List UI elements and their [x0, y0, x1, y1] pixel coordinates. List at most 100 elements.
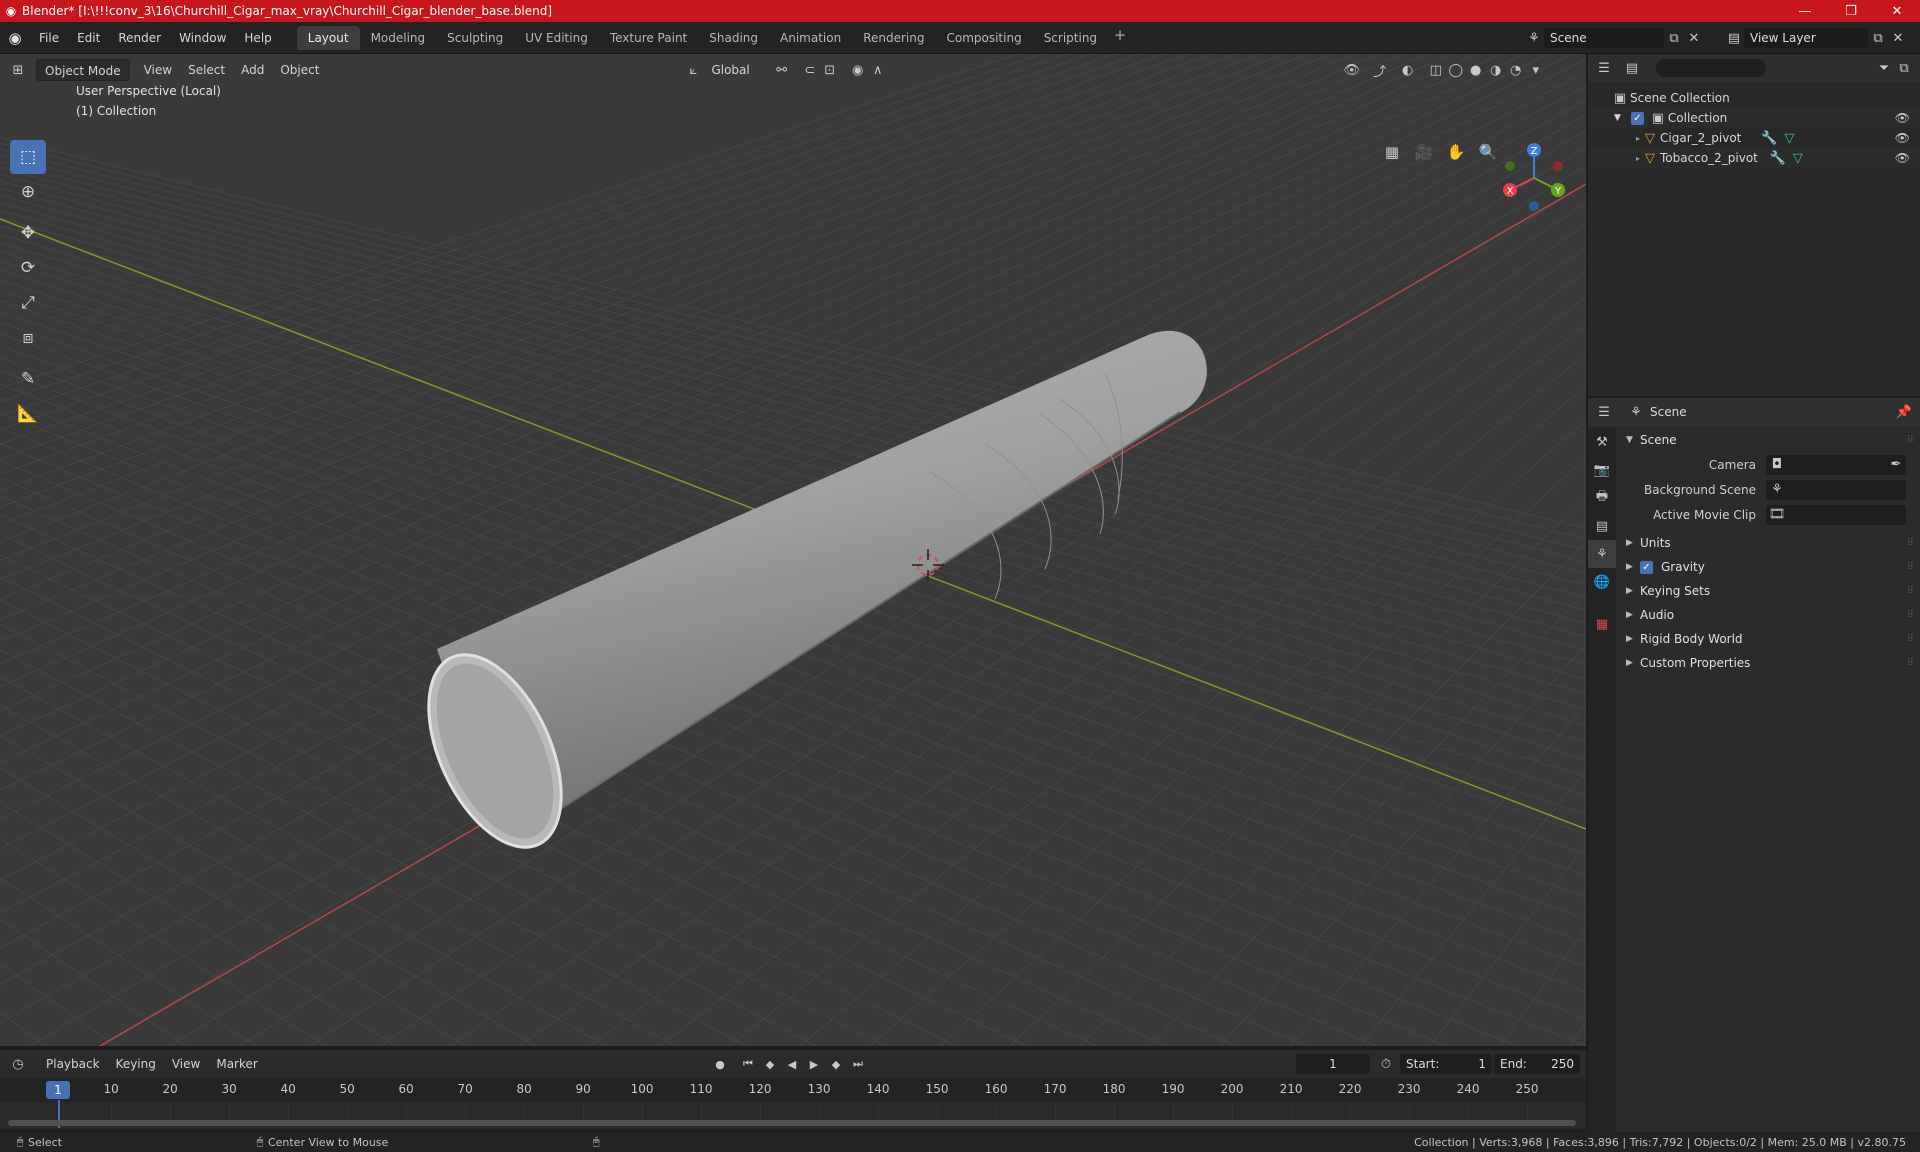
filter-icon[interactable]: ⏷: [1874, 58, 1894, 78]
outliner-object-row[interactable]: ▸ ▽ Cigar_2_pivot 🔧 ▽ 👁: [1588, 128, 1920, 148]
close-button[interactable]: ✕: [1874, 0, 1920, 22]
pivot-point-icon[interactable]: ⚯: [772, 60, 792, 80]
properties-editor-type-icon[interactable]: ☰: [1594, 402, 1614, 422]
scene-panel-header[interactable]: ▼ Scene ⠿: [1616, 428, 1920, 452]
drag-grip-icon[interactable]: ⠿: [1907, 538, 1914, 549]
menu-timeline-view[interactable]: View: [164, 1053, 208, 1075]
start-frame-field[interactable]: Start: 1: [1400, 1054, 1492, 1074]
frame-ruler[interactable]: 1 10 20 30 40 50 60 70 80 90 100 110 120 130 140 150 16…: [0, 1078, 1586, 1102]
menu-object[interactable]: Object: [272, 59, 327, 81]
gizmo-toggle-icon[interactable]: ⤴: [1370, 60, 1390, 80]
world-tab-icon[interactable]: 🌐: [1588, 568, 1616, 596]
camera-field[interactable]: ◘ ✒: [1766, 454, 1906, 475]
menu-add[interactable]: Add: [233, 59, 272, 81]
new-collection-icon[interactable]: ⧉: [1894, 58, 1914, 78]
gizmo-neg-x[interactable]: [1553, 161, 1563, 171]
current-frame-indicator[interactable]: 1: [46, 1081, 70, 1099]
delete-view-layer-icon[interactable]: ✕: [1888, 28, 1908, 48]
menu-marker[interactable]: Marker: [208, 1053, 265, 1075]
material-shading-icon[interactable]: ◑: [1486, 60, 1506, 80]
menu-keying[interactable]: Keying: [108, 1053, 164, 1075]
scene-name-field[interactable]: Scene: [1544, 28, 1664, 48]
outliner-editor-type-icon[interactable]: ☰: [1594, 58, 1614, 78]
outliner-object-row[interactable]: ▸ ▽ Tobacco_2_pivot 🔧 ▽ 👁: [1588, 148, 1920, 168]
play-icon[interactable]: ▶: [804, 1054, 824, 1074]
pan-view-icon[interactable]: ✋: [1444, 140, 1468, 164]
snap-icon[interactable]: ⊂: [800, 60, 820, 80]
move-tool-icon[interactable]: ✥: [10, 216, 46, 250]
tab-shading[interactable]: Shading: [698, 26, 769, 50]
jump-start-icon[interactable]: ⏮: [738, 1054, 758, 1074]
delete-scene-icon[interactable]: ✕: [1684, 28, 1704, 48]
drag-grip-icon[interactable]: ⠿: [1907, 634, 1914, 645]
menu-edit[interactable]: Edit: [68, 26, 109, 50]
object-mode-dropdown[interactable]: Object Mode: [36, 59, 130, 81]
transform-orientation-icon[interactable]: ⟀: [683, 60, 703, 80]
end-frame-field[interactable]: End: 250: [1494, 1054, 1580, 1074]
collection-row[interactable]: ▼ ✓ ▣ Collection 👁: [1588, 108, 1920, 128]
background-scene-field[interactable]: ⚘: [1766, 479, 1906, 500]
new-view-layer-icon[interactable]: ⧉: [1868, 28, 1888, 48]
tab-modeling[interactable]: Modeling: [360, 26, 437, 50]
shading-options-icon[interactable]: ▾: [1526, 60, 1546, 80]
rigid-body-world-panel-header[interactable]: ▶ Rigid Body World ⠿: [1616, 627, 1920, 651]
display-mode-icon[interactable]: ▤: [1622, 58, 1642, 78]
jump-end-icon[interactable]: ⏭: [848, 1054, 868, 1074]
outliner-search-input[interactable]: [1656, 59, 1766, 77]
mesh-data-icon[interactable]: ▽: [1779, 128, 1799, 148]
menu-playback[interactable]: Playback: [38, 1053, 108, 1075]
menu-render[interactable]: Render: [109, 26, 170, 50]
tab-compositing[interactable]: Compositing: [935, 26, 1032, 50]
navigation-gizmo[interactable]: Z Y X: [1496, 140, 1572, 216]
transform-tool-icon[interactable]: ⧈: [10, 321, 46, 355]
play-reverse-icon[interactable]: ◀: [782, 1054, 802, 1074]
collapse-arrow-icon[interactable]: ▼: [1614, 113, 1621, 123]
timeline-scrollbar[interactable]: [8, 1120, 1576, 1126]
active-movie-clip-field[interactable]: 🎞: [1766, 504, 1906, 525]
xray-icon[interactable]: ◫: [1426, 60, 1446, 80]
gizmo-neg-y[interactable]: [1505, 161, 1515, 171]
minimize-button[interactable]: —: [1782, 0, 1828, 22]
timeline-editor-type-icon[interactable]: ◷: [8, 1054, 28, 1074]
new-scene-icon[interactable]: ⧉: [1664, 28, 1684, 48]
tool-tab-icon[interactable]: ⚒: [1588, 428, 1616, 456]
scale-tool-icon[interactable]: ⤢: [10, 286, 46, 320]
snap-target-icon[interactable]: ⊡: [820, 60, 840, 80]
measure-tool-icon[interactable]: 📐: [10, 397, 46, 431]
object-visibility-icon[interactable]: 👁: [1895, 131, 1910, 145]
tab-sculpting[interactable]: Sculpting: [436, 26, 514, 50]
view-layer-name-field[interactable]: View Layer: [1744, 28, 1868, 48]
tab-animation[interactable]: Animation: [769, 26, 852, 50]
collection-visibility-icon[interactable]: 👁: [1895, 111, 1910, 125]
annotate-tool-icon[interactable]: ✎: [10, 362, 46, 396]
keying-sets-panel-header[interactable]: ▶ Keying Sets ⠿: [1616, 579, 1920, 603]
tab-uv-editing[interactable]: UV Editing: [514, 26, 599, 50]
exclude-checkbox[interactable]: ✓: [1630, 111, 1644, 125]
drag-grip-icon[interactable]: ⠿: [1907, 658, 1914, 669]
rendered-shading-icon[interactable]: ◔: [1506, 60, 1526, 80]
tab-texture-paint[interactable]: Texture Paint: [599, 26, 698, 50]
add-workspace-icon[interactable]: +: [1108, 26, 1132, 50]
cursor-tool-icon[interactable]: ⊕: [10, 175, 46, 209]
drag-grip-icon[interactable]: ⠿: [1907, 586, 1914, 597]
record-icon[interactable]: ●: [710, 1054, 730, 1074]
gravity-checkbox[interactable]: ✓: [1640, 560, 1653, 574]
overlays-icon[interactable]: ◐: [1398, 60, 1418, 80]
menu-file[interactable]: File: [30, 26, 68, 50]
maximize-button[interactable]: ❐: [1828, 0, 1874, 22]
texture-tab-icon[interactable]: ▦: [1588, 610, 1616, 638]
modifier-icon[interactable]: 🔧: [1759, 128, 1779, 148]
toggle-grid-icon[interactable]: ▦: [1380, 140, 1404, 164]
menu-window[interactable]: Window: [170, 26, 235, 50]
jump-keyframe-back-icon[interactable]: ◆: [760, 1054, 780, 1074]
menu-help[interactable]: Help: [235, 26, 280, 50]
eyedropper-icon[interactable]: ✒: [1886, 455, 1906, 475]
camera-view-icon[interactable]: 🎥: [1412, 140, 1436, 164]
drag-grip-icon[interactable]: ⠿: [1907, 435, 1914, 446]
gizmo-neg-z[interactable]: [1529, 201, 1539, 211]
tab-layout[interactable]: Layout: [296, 25, 360, 50]
menu-select[interactable]: Select: [180, 59, 233, 81]
audio-panel-header[interactable]: ▶ Audio ⠿: [1616, 603, 1920, 627]
gravity-panel-header[interactable]: ▶ ✓ Gravity ⠿: [1616, 555, 1920, 579]
menu-view[interactable]: View: [136, 59, 180, 81]
